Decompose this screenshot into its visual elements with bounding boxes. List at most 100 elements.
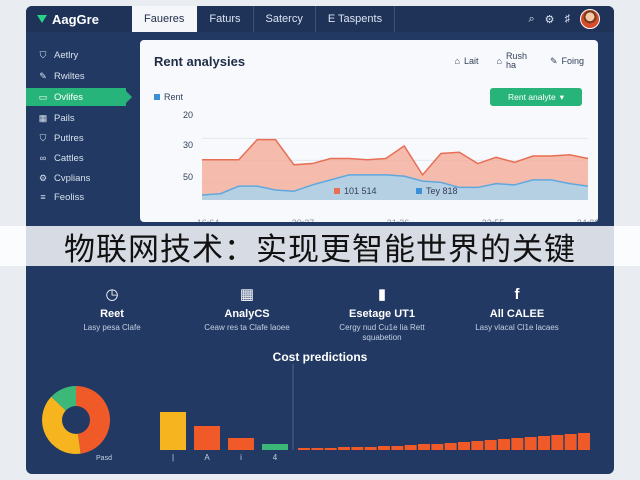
y-tick-label: 20 [183, 110, 193, 120]
sidebar-item-rwiltes[interactable]: ✎ Rwiltes [26, 67, 126, 85]
x-tick-label: 24:88 [577, 218, 598, 222]
sidebar-item-label: Aetlry [54, 49, 79, 61]
cost-bar [194, 426, 220, 450]
cost-title: Cost predictions [272, 350, 368, 364]
avatar[interactable] [580, 9, 600, 29]
series-swatch [416, 188, 422, 194]
sidebar-item-cvplians[interactable]: ⚙ Cvplians [26, 169, 126, 187]
feature-title: All CALEE [489, 308, 545, 320]
feature-desc: Ceaw res ta Clafe laoee [204, 323, 290, 332]
sidebar-item-label: Feoliss [54, 191, 85, 203]
cost-bar [431, 444, 444, 450]
cost-bar [378, 446, 390, 450]
cost-bar [351, 447, 364, 450]
cost-bar [444, 443, 457, 450]
feature-esetage: ▮ Esetage UT1 Cergy nud Cu1e lia Rett sq… [322, 286, 442, 343]
brand-name: AagGre [52, 11, 99, 27]
cost-bar [471, 441, 484, 450]
cost-bar [364, 447, 377, 450]
series-swatch [334, 188, 340, 194]
y-tick-label: 30 [183, 140, 193, 150]
x-tick-label: 16:64 [197, 218, 220, 222]
cost-bar-label: i [240, 453, 242, 462]
sidebar: ⛉ Aetlry ✎ Rwiltes ▭ Ovlifes ▦ Pails ⛉ P… [26, 32, 132, 212]
cost-bar [484, 440, 497, 450]
feature-reet: ◷ Reet Lasy pesa Clafe [52, 286, 172, 333]
sidebar-item-aetlry[interactable]: ⛉ Aetlry [26, 46, 126, 64]
x-tick-label: 23:55 [482, 218, 505, 222]
pie-label: Pasd [96, 455, 112, 462]
tab-satercy[interactable]: Satercy [254, 6, 316, 32]
sidebar-item-pails[interactable]: ▦ Pails [26, 109, 126, 127]
sidebar-item-cattles[interactable]: ∞ Cattles [26, 149, 126, 167]
link-icon: ∞ [39, 153, 47, 163]
top-icons: ⌕ ⚙ ♯ [528, 9, 600, 29]
search-icon[interactable]: ⌕ [528, 13, 534, 26]
clock-icon: ◷ [105, 286, 119, 303]
tab-faturs[interactable]: Faturs [197, 6, 254, 32]
tab-features[interactable]: Faueres [132, 6, 198, 32]
cost-bar [338, 447, 350, 450]
brand-logo[interactable]: AagGre [36, 11, 99, 27]
box-icon: ▭ [38, 91, 48, 102]
feature-desc: Lasy vlacal Cl1e lacaes [475, 323, 559, 332]
list-icon: ≡ [40, 192, 46, 202]
cost-bar [578, 433, 590, 450]
cost-bar [418, 444, 430, 450]
feature-analycs: ▦ AnalyCS Ceaw res ta Clafe laoee [187, 286, 307, 333]
series-label: 101 514 [344, 186, 377, 196]
sidebar-item-label: Rwiltes [54, 70, 85, 82]
series-label: Tey 818 [426, 186, 458, 196]
cost-bar [551, 435, 564, 450]
cost-bar [298, 448, 310, 450]
sidebar-item-label: Putlres [54, 132, 84, 144]
sidebar-item-ovlifes[interactable]: ▭ Ovlifes [26, 88, 132, 106]
pencil-icon: ✎ [39, 70, 47, 81]
overlay-banner: 物联网技术：实现更智能世界的关键 [0, 226, 640, 268]
logo-icon [37, 15, 47, 23]
x-tick-label: 20:27 [292, 218, 315, 222]
sidebar-item-label: Pails [54, 112, 75, 124]
cost-bar [511, 438, 524, 450]
sidebar-item-label: Cvplians [54, 172, 91, 184]
feature-all-calee: f All CALEE Lasy vlacal Cl1e lacaes [457, 286, 577, 333]
cost-bar [538, 436, 550, 450]
top-bar: AagGre Faueres Faturs Satercy E Taspents… [26, 6, 614, 32]
cost-bar-label: 4 [273, 453, 278, 462]
cost-bar [228, 438, 254, 450]
grid-icon: ▦ [38, 112, 48, 123]
cost-bar-label: | [172, 453, 174, 462]
gear-icon[interactable]: ⚙ [545, 13, 555, 26]
feature-title: AnalyCS [224, 308, 270, 320]
feature-title: Esetage UT1 [348, 308, 416, 320]
sidebar-item-putlres[interactable]: ⛉ Putlres [26, 129, 126, 147]
x-tick-label: 21:36 [387, 218, 410, 222]
cost-bar [564, 434, 577, 450]
shield-icon: ⛉ [39, 132, 47, 143]
sidebar-item-label: Ovlifes [54, 91, 84, 103]
cost-bar-label: A [204, 453, 210, 462]
tab-bar: Faueres Faturs Satercy E Taspents [132, 6, 396, 32]
notification-icon[interactable]: ♯ [565, 13, 571, 25]
tab-taspents[interactable]: E Taspents [316, 6, 396, 32]
sidebar-item-feoliss[interactable]: ≡ Feoliss [26, 188, 126, 206]
shield-icon: ⛉ [39, 49, 47, 60]
cost-bar [391, 446, 404, 450]
feature-title: Reet [100, 308, 124, 320]
y-tick-label: 50 [183, 172, 193, 182]
cost-bar [498, 439, 510, 450]
cost-predictions-chart: Pasd | Ai 4 [42, 364, 590, 462]
feature-desc: Cergy nud Cu1e lia Rett squabetion [339, 323, 425, 342]
cost-bar [404, 445, 417, 450]
feature-desc: Lasy pesa Clafe [83, 323, 141, 332]
facebook-icon: f [514, 286, 520, 303]
cost-bar [262, 444, 288, 450]
cost-bar [458, 442, 470, 450]
gear-icon: ⚙ [38, 172, 48, 183]
cost-bar [311, 448, 324, 450]
cost-bar [324, 448, 337, 450]
chart-icon: ▮ [377, 286, 387, 303]
rent-analysis-card: Rent analysies ⌂ Lait ⌂ Rush ha ✎ Foing … [140, 40, 598, 222]
cost-bar [160, 412, 186, 450]
rent-area-chart: 20 30 50 101 514 Tey 818 16:64 20:27 21:36 23:55… [183, 110, 598, 222]
